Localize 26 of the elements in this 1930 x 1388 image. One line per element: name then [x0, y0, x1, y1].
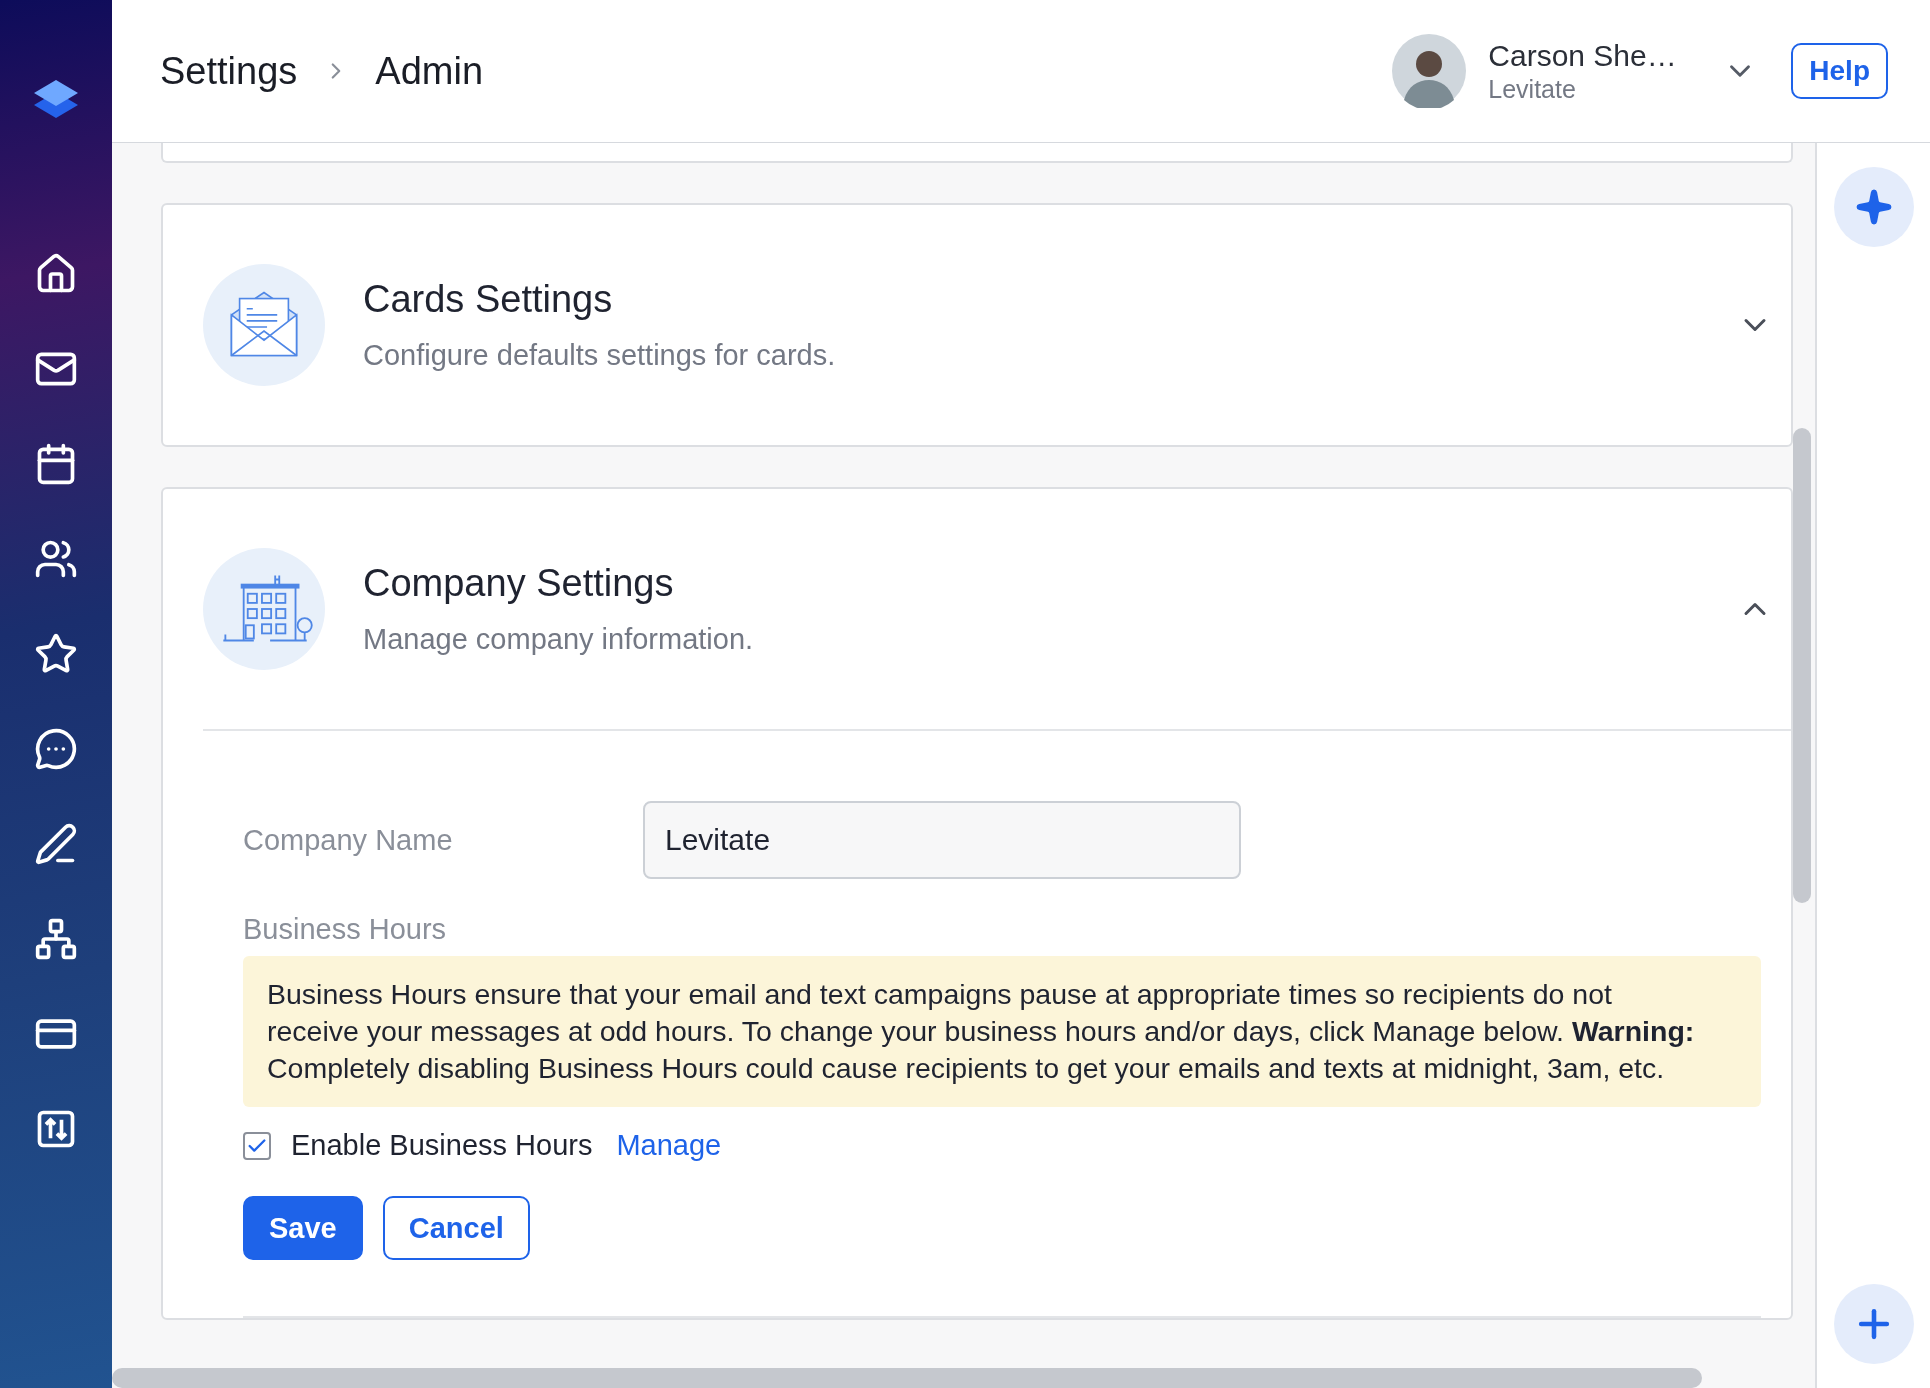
company-name-field[interactable]: Levitate — [643, 801, 1241, 879]
save-button[interactable]: Save — [243, 1196, 363, 1260]
user-name: Carson She… — [1488, 38, 1678, 73]
building-icon — [203, 548, 325, 670]
warning-notice: Business Hours ensure that your email and text campaigns pause at appropriate times so recipients do not receive your messages at odd hours. To change your business hours and/or days, click Manage below. Warning: Completely disabling Business Hours could cause recipients to get your emails and texts at midnight, 3am, etc. — [243, 956, 1761, 1107]
breadcrumb: Admin — [375, 49, 484, 93]
vertical-scrollbar[interactable] — [1793, 428, 1811, 903]
checkbox-label: Enable Business Hours — [291, 1129, 593, 1162]
checkbox[interactable] — [243, 1131, 271, 1160]
breadcrumb[interactable]: Settings — [160, 49, 298, 93]
section-label: Business Hours — [243, 913, 448, 946]
help-button[interactable]: Help — [1791, 43, 1888, 99]
sparkle-icon — [1854, 188, 1893, 226]
card-subtitle: Configure defaults settings for cards. — [363, 339, 837, 372]
envelope-letter-icon — [203, 264, 325, 386]
horizontal-scrollbar[interactable] — [112, 1368, 1702, 1388]
card-subtitle: Manage company information. — [363, 623, 755, 656]
pencil-icon — [34, 822, 78, 866]
chat-bubble-icon — [34, 727, 78, 771]
hierarchy-icon — [34, 917, 78, 961]
cancel-button[interactable]: Cancel — [382, 1196, 530, 1260]
company-name: Levitate — [1488, 74, 1577, 104]
card-title: Company Settings — [363, 562, 675, 605]
manage-link[interactable]: Manage — [616, 1129, 722, 1162]
field-label: Company Name — [243, 823, 454, 857]
card-title: Cards Settings — [363, 278, 614, 321]
